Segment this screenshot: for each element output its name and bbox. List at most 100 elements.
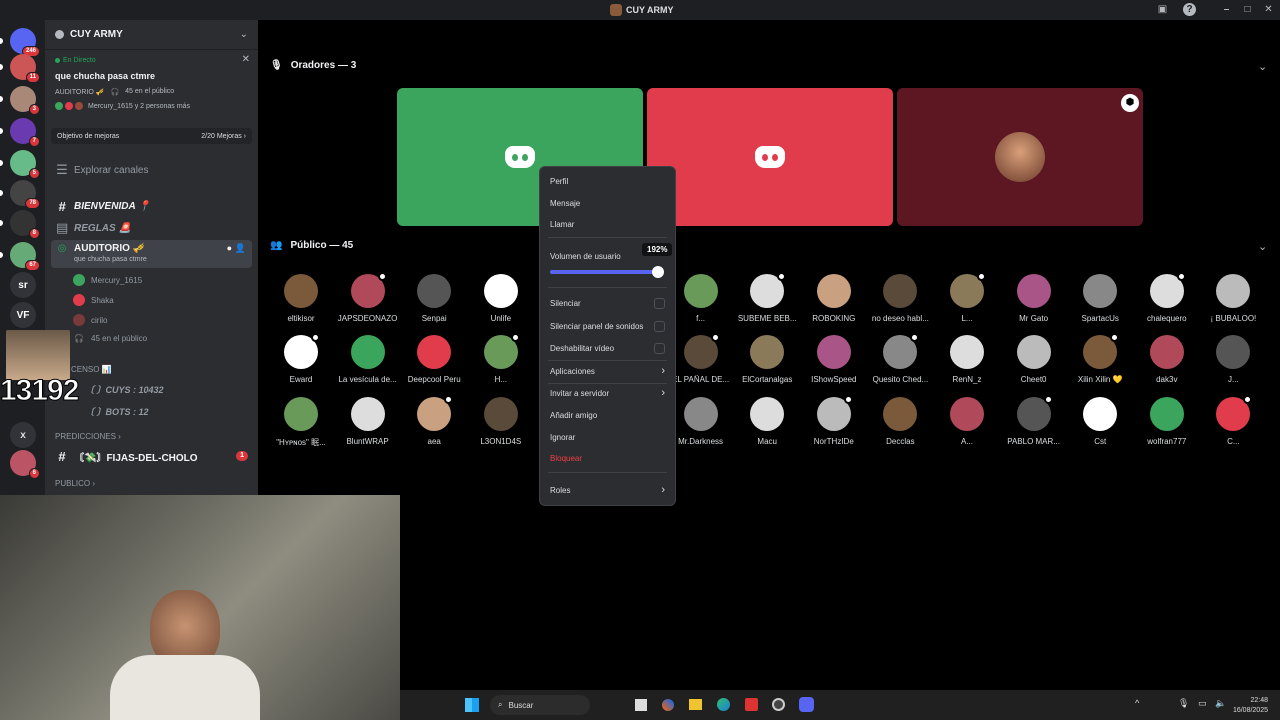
- menu-item-invitar[interactable]: Invitar a servidor ›: [550, 385, 665, 401]
- volume-slider[interactable]: [550, 266, 664, 278]
- audience-member[interactable]: NorTHzIDe: [801, 395, 867, 446]
- audience-member[interactable]: dak3v: [1134, 335, 1200, 384]
- menu-item-roles[interactable]: Roles ›: [550, 482, 665, 498]
- server-icon-last[interactable]: 6: [10, 450, 40, 479]
- audience-member[interactable]: La vesícula de...: [335, 335, 401, 384]
- add-member-icon[interactable]: 👤: [235, 243, 246, 254]
- audience-member[interactable]: JAPSDEONAZO: [335, 272, 401, 323]
- audience-member[interactable]: PABLO MAR...: [1001, 395, 1067, 446]
- close-window-icon[interactable]: ✕: [1262, 3, 1275, 16]
- inbox-icon[interactable]: ▣: [1156, 3, 1169, 16]
- volume-icon[interactable]: 🔈: [1215, 698, 1226, 709]
- task-view-icon[interactable]: [635, 699, 647, 711]
- audience-member[interactable]: Macu: [734, 397, 800, 446]
- checkbox[interactable]: [654, 320, 665, 332]
- audience-member[interactable]: SUBEME BEB...: [734, 272, 800, 323]
- wps-icon[interactable]: [745, 698, 758, 711]
- channel-bienvenida[interactable]: # BIENVENIDA 📍: [51, 196, 252, 216]
- channel-cuys[interactable]: 〔 〕CUYS : 10432: [85, 383, 164, 396]
- audience-member[interactable]: chalequero: [1134, 272, 1200, 323]
- audience-member[interactable]: Decclas: [867, 397, 933, 446]
- menu-item-anadir-amigo[interactable]: Añadir amigo: [550, 407, 665, 423]
- server-icon-x[interactable]: x: [10, 422, 36, 448]
- channel-bots[interactable]: 〔 〕BOTS : 12: [85, 405, 149, 418]
- menu-item-perfil[interactable]: Perfil: [550, 173, 665, 189]
- volume-slider-handle[interactable]: [651, 266, 664, 278]
- server-icon-7[interactable]: 67: [10, 242, 40, 271]
- audience-member[interactable]: Cheet0: [1001, 335, 1067, 384]
- microphone-tray-icon[interactable]: 🎙: [1178, 698, 1189, 709]
- audience-member[interactable]: SpartacUs: [1067, 274, 1133, 323]
- audience-member[interactable]: IShowSpeed: [801, 335, 867, 384]
- server-icon-9[interactable]: VF: [10, 302, 36, 328]
- audience-member[interactable]: Mr.Darkness: [668, 397, 734, 446]
- stage-member[interactable]: Mercury_1615: [73, 274, 142, 286]
- menu-item-silenciar[interactable]: Silenciar: [550, 295, 665, 311]
- stage-audience[interactable]: 🎧 45 en el público: [73, 334, 147, 343]
- category-predicciones[interactable]: PREDICCIONES ›: [55, 432, 121, 441]
- audience-member[interactable]: aea: [401, 395, 467, 446]
- category-censo[interactable]: CENSO 📊: [71, 365, 112, 374]
- audience-member[interactable]: A...: [934, 397, 1000, 446]
- category-publico[interactable]: PUBLICO ›: [55, 479, 95, 488]
- collapse-public-icon[interactable]: ⌄: [1258, 240, 1267, 253]
- audience-member[interactable]: C...: [1200, 395, 1266, 446]
- audience-member[interactable]: EL PAÑAL DE...: [668, 333, 734, 384]
- audience-member[interactable]: ElCortanalgas: [734, 335, 800, 384]
- discord-taskbar-icon[interactable]: [799, 697, 814, 712]
- audience-member[interactable]: RenN_z: [934, 335, 1000, 384]
- server-icon-2[interactable]: 3: [10, 86, 40, 115]
- stage-member[interactable]: Shaka: [73, 294, 114, 306]
- taskbar-search[interactable]: ⌕ Buscar: [490, 695, 590, 715]
- audience-member[interactable]: ROBOKING: [801, 274, 867, 323]
- audience-member[interactable]: H...: [468, 333, 534, 384]
- maximize-icon[interactable]: □: [1241, 3, 1254, 16]
- audience-member[interactable]: eltikisor: [268, 274, 334, 323]
- server-header[interactable]: CUY ARMY ⌄: [45, 20, 258, 50]
- audience-member[interactable]: BluntWRAP: [335, 397, 401, 446]
- close-icon[interactable]: ✕: [242, 54, 250, 65]
- server-icon-6[interactable]: 8: [10, 210, 40, 239]
- menu-item-bloquear[interactable]: Bloquear: [550, 450, 665, 466]
- audience-member[interactable]: Xilin Xilin 💛: [1067, 333, 1133, 384]
- channel-fijas[interactable]: # 〘💸〙FIJAS-DEL-CHOLO 1: [51, 446, 252, 466]
- audience-member[interactable]: Deepcool Peru: [401, 335, 467, 384]
- server-icon-8[interactable]: sr: [10, 272, 36, 298]
- menu-item-llamar[interactable]: Llamar: [550, 216, 665, 232]
- boost-goal[interactable]: Objetivo de mejoras 2/20 Mejoras ›: [51, 128, 252, 144]
- audience-member[interactable]: Quesito Ched...: [867, 333, 933, 384]
- audience-member[interactable]: Eward: [268, 333, 334, 384]
- network-icon[interactable]: ▭: [1198, 698, 1207, 709]
- audience-member[interactable]: ¡ BUBALOO!: [1200, 274, 1266, 323]
- chevron-down-icon[interactable]: ⌄: [240, 29, 248, 40]
- menu-item-mensaje[interactable]: Mensaje: [550, 195, 665, 211]
- chevron-up-icon[interactable]: ^: [1135, 698, 1139, 708]
- speaker-tile[interactable]: [647, 88, 893, 226]
- live-stage-card[interactable]: En Directo ✕ que chucha pasa ctmre AUDIT…: [49, 52, 254, 116]
- checkbox[interactable]: [654, 297, 665, 309]
- help-icon[interactable]: ?: [1183, 3, 1196, 16]
- audience-member[interactable]: L...: [934, 272, 1000, 323]
- chat-icon[interactable]: ●: [227, 243, 232, 253]
- taskbar-clock[interactable]: 22:48 16/08/2025: [1228, 696, 1268, 716]
- minimize-icon[interactable]: –: [1220, 3, 1233, 16]
- server-icon-0[interactable]: 246: [10, 28, 40, 57]
- channel-reglas[interactable]: ▤ REGLAS 🚨: [51, 218, 252, 238]
- checkbox[interactable]: [654, 342, 665, 354]
- server-icon-4[interactable]: 5: [10, 150, 40, 179]
- stage-member[interactable]: cirilo: [73, 314, 107, 326]
- audience-member[interactable]: f...: [668, 274, 734, 323]
- windows-start-icon[interactable]: [465, 698, 479, 712]
- menu-item-ignorar[interactable]: Ignorar: [550, 429, 665, 445]
- audience-member[interactable]: Cst: [1067, 397, 1133, 446]
- audience-member[interactable]: J...: [1200, 335, 1266, 384]
- menu-item-deshabilitar-video[interactable]: Deshabilitar vídeo: [550, 340, 665, 356]
- explore-channels[interactable]: ☰ Explorar canales: [51, 160, 252, 180]
- audience-member[interactable]: Mr Gato: [1001, 274, 1067, 323]
- audience-member[interactable]: Unlife: [468, 274, 534, 323]
- copilot-icon[interactable]: [662, 699, 674, 711]
- server-icon-5[interactable]: 78: [10, 180, 40, 209]
- speaker-tile[interactable]: ⬢: [897, 88, 1143, 226]
- collapse-speakers-icon[interactable]: ⌄: [1258, 60, 1267, 73]
- menu-item-aplicaciones[interactable]: Aplicaciones ›: [550, 363, 665, 379]
